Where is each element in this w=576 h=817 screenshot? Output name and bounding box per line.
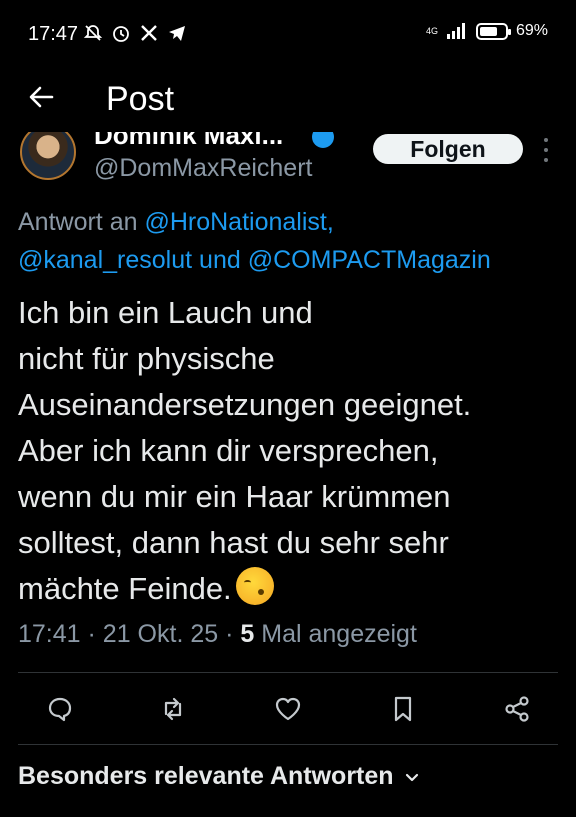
- tweet-line: wenn du mir ein Haar krümmen: [18, 479, 451, 514]
- status-icons-left: [83, 23, 187, 43]
- author-handle[interactable]: @DomMaxReichert: [94, 154, 312, 183]
- replies-sort-selector[interactable]: Besonders relevante Antworten: [18, 762, 420, 791]
- tweet-text: Ich bin ein Lauch und nicht für physisch…: [18, 290, 568, 612]
- tweet-line: solltest, dann hast du sehr sehr: [18, 525, 449, 560]
- mention-link[interactable]: @COMPACTMagazin: [248, 246, 491, 274]
- back-arrow-icon[interactable]: [26, 82, 56, 112]
- display-name[interactable]: Dominik Maxi...: [94, 132, 283, 151]
- bell-off-icon: [83, 25, 103, 41]
- replies-sort-label: Besonders relevante Antworten: [18, 762, 394, 790]
- reply-to-prefix: Antwort an: [18, 208, 138, 236]
- network-type: 4G: [425, 25, 438, 36]
- views-count[interactable]: 5: [240, 620, 254, 648]
- tweet-line: mächte Feinde.: [18, 571, 232, 606]
- avatar[interactable]: [20, 132, 76, 180]
- mention-link[interactable]: @kanal_resolut: [18, 246, 192, 274]
- alarm-clock-icon: [113, 26, 129, 42]
- meta-separator: ·: [87, 620, 96, 648]
- x-logo-icon: [141, 25, 157, 41]
- tweet-line: Ich bin ein Lauch und: [18, 295, 313, 330]
- reply-icon[interactable]: [45, 694, 75, 724]
- battery-percent: 69%: [515, 22, 548, 39]
- meta-separator: ·: [225, 620, 234, 648]
- status-bar: 17:47 4G 69%: [0, 0, 576, 70]
- page-title: Post: [106, 80, 175, 118]
- verified-badge-icon: [312, 132, 334, 148]
- telegram-icon: [169, 26, 185, 41]
- tweet-line: nicht für physische: [18, 341, 275, 376]
- reply-to-line: Antwort an @HroNationalist, @kanal_resol…: [18, 203, 574, 279]
- status-time: 17:47: [28, 23, 79, 45]
- post-time: 17:41: [18, 620, 81, 648]
- more-options-icon[interactable]: [543, 138, 549, 162]
- views-label[interactable]: Mal angezeigt: [261, 620, 417, 648]
- reply-to-connector: und: [199, 246, 241, 274]
- mention-link[interactable]: @HroNationalist,: [144, 208, 333, 236]
- divider: [18, 744, 558, 745]
- bookmark-icon[interactable]: [388, 694, 418, 724]
- kissing-face-emoji-icon: [235, 567, 274, 605]
- tweet-line: Aber ich kann dir versprechen,: [18, 433, 439, 468]
- top-bar: Post: [0, 70, 576, 132]
- like-heart-icon[interactable]: [273, 694, 303, 724]
- post-meta: 17:41 · 21 Okt. 25 · 5 Mal angezeigt: [18, 620, 417, 649]
- signal-icon: [446, 23, 465, 39]
- follow-button[interactable]: Folgen: [373, 134, 523, 164]
- battery-icon: [475, 22, 511, 40]
- tweet-line: Auseinandersetzungen geeignet.: [18, 387, 472, 422]
- divider: [18, 672, 558, 673]
- chevron-down-icon: [405, 773, 418, 781]
- repost-icon[interactable]: [158, 694, 188, 724]
- share-icon[interactable]: [502, 694, 532, 724]
- action-bar: [0, 688, 576, 732]
- author-row: Dominik Maxi... @DomMaxReichert Folgen: [0, 132, 576, 192]
- post-date: 21 Okt. 25: [102, 620, 219, 648]
- status-icons-right: 4G 69%: [426, 22, 548, 40]
